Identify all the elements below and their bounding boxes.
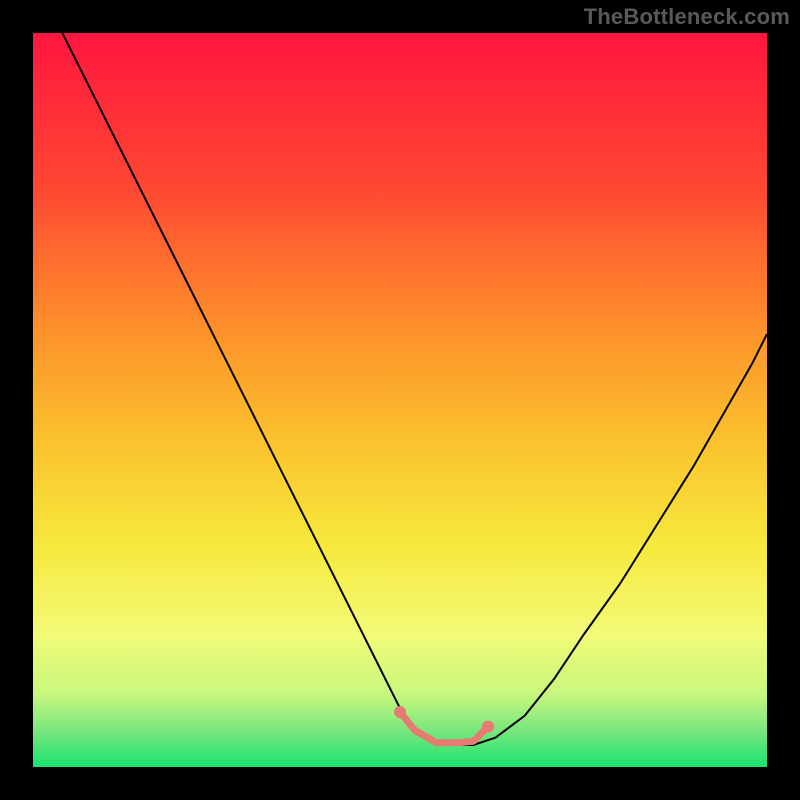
chart-frame: TheBottleneck.com xyxy=(0,0,800,800)
optimal-start xyxy=(394,706,406,718)
bottleneck-chart xyxy=(33,33,767,767)
optimal-end xyxy=(482,721,494,733)
watermark-text: TheBottleneck.com xyxy=(584,4,790,30)
chart-background xyxy=(33,33,767,767)
